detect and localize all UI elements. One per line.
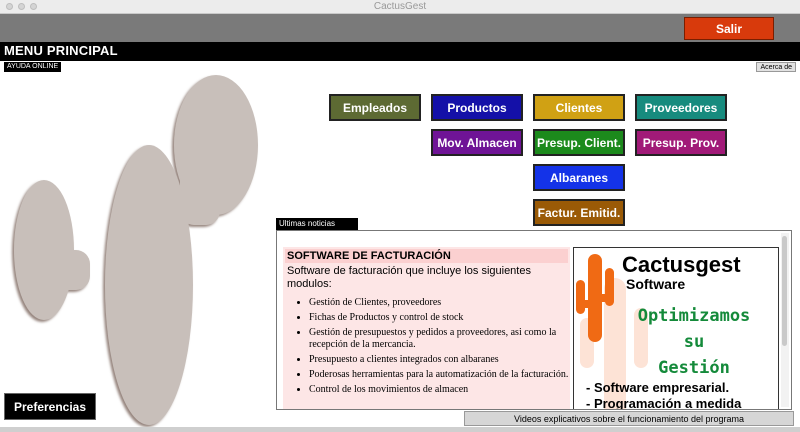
window-titlebar: CactusGest (0, 0, 800, 14)
menu-button-albaranes[interactable]: Albaranes (533, 164, 625, 191)
menu-button-factur-emitid[interactable]: Factur. Emitid. (533, 199, 625, 226)
list-item: Presupuesto a clientes integrados con al… (309, 354, 570, 366)
list-item: Fichas de Productos y control de stock (309, 312, 570, 324)
exit-button[interactable]: Salir (684, 17, 774, 40)
menu-button-presup-prov[interactable]: Presup. Prov. (635, 129, 727, 156)
news-heading: SOFTWARE DE FACTURACIÓN (285, 249, 568, 263)
menu-button-clientes[interactable]: Clientes (533, 94, 625, 121)
ad-slogan-line: su (683, 332, 705, 352)
window-title: CactusGest (373, 1, 427, 12)
news-intro: Software de facturación que incluye los … (287, 265, 531, 290)
menu-button-proveedores[interactable]: Proveedores (635, 94, 727, 121)
news-panel: SOFTWARE DE FACTURACIÓN Software de fact… (276, 230, 792, 410)
top-band (0, 14, 800, 42)
list-item: Gestión de presupuestos y pedidos a prov… (309, 327, 570, 351)
list-item: Gestión de Clientes, proveedores (309, 297, 570, 309)
news-scrollbar[interactable] (781, 233, 789, 407)
ad-bullet: - Programación a medida (586, 396, 742, 410)
news-feature-list: Gestión de Clientes, proveedores Fichas … (283, 297, 570, 396)
menu-button-presup-client[interactable]: Presup. Client. (533, 129, 625, 156)
preferences-button[interactable]: Preferencias (4, 393, 96, 420)
menu-bar (0, 42, 800, 61)
ad-bullet: - Software empresarial. (586, 380, 730, 395)
cactusgest-ad: Cactusgest Software Optimizamos su Gesti… (573, 247, 779, 410)
list-item: Poderosas herramientas para la automatiz… (309, 369, 570, 381)
ad-slogan: Optimizamos su Gestión (614, 303, 774, 381)
cactus-illustration (14, 75, 258, 425)
menu-title: MENU PRINCIPAL (4, 43, 118, 58)
bottom-bar (0, 427, 800, 432)
ad-brand: Cactusgest (622, 252, 741, 277)
videos-button[interactable]: Videos explicativos sobre el funcionamie… (464, 411, 794, 426)
list-item: Control de los movimientos de almacen (309, 384, 570, 396)
menu-button-mov-almacen[interactable]: Mov. Almacen (431, 129, 523, 156)
ad-bullets: - Software empresarial. - Programación a… (586, 380, 742, 410)
menu-button-productos[interactable]: Productos (431, 94, 523, 121)
news-article: SOFTWARE DE FACTURACIÓN Software de fact… (283, 247, 570, 409)
ad-subtitle: Software (626, 276, 686, 292)
news-scrollbar-thumb[interactable] (782, 236, 787, 346)
ad-slogan-line: Optimizamos (637, 306, 751, 326)
about-button[interactable]: Acerca de (756, 62, 796, 72)
menu-button-empleados[interactable]: Empleados (329, 94, 421, 121)
ad-slogan-line: Gestión (658, 358, 730, 378)
news-tab: Ultimas noticias (276, 218, 358, 230)
